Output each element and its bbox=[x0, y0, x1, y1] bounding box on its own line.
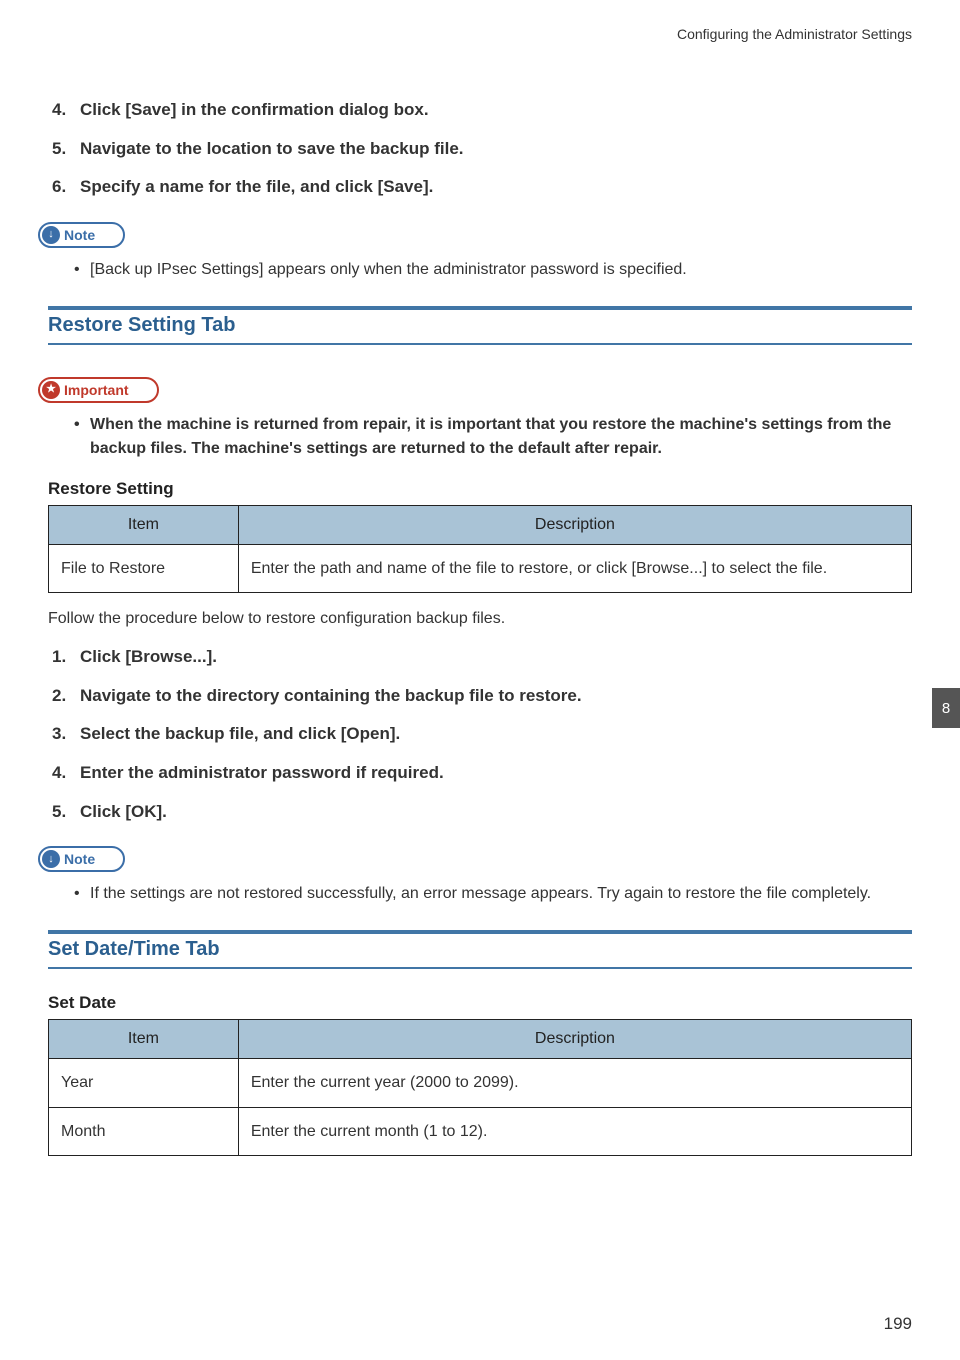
note-bullet-list: [Back up IPsec Settings] appears only wh… bbox=[48, 258, 912, 282]
setdate-table: Item Description Year Enter the current … bbox=[48, 1019, 912, 1155]
step-number: 5. bbox=[52, 137, 66, 162]
step-text: Click [Browse...]. bbox=[80, 647, 217, 666]
step-number: 3. bbox=[52, 722, 66, 747]
arrow-down-icon: ↓ bbox=[42, 850, 60, 868]
section-rule bbox=[48, 930, 912, 934]
step-number: 6. bbox=[52, 175, 66, 200]
table-header-item: Item bbox=[49, 505, 239, 544]
backup-steps-continued: 4. Click [Save] in the confirmation dial… bbox=[48, 98, 912, 200]
step-text: Click [Save] in the confirmation dialog … bbox=[80, 100, 429, 119]
step-number: 4. bbox=[52, 98, 66, 123]
running-head: Configuring the Administrator Settings bbox=[48, 26, 912, 42]
note-callout: ↓ Note bbox=[38, 222, 125, 248]
important-bullet-list: When the machine is returned from repair… bbox=[48, 413, 912, 461]
step-number: 2. bbox=[52, 684, 66, 709]
step-item: 2. Navigate to the directory containing … bbox=[48, 684, 912, 709]
restore-table-caption: Restore Setting bbox=[48, 479, 912, 499]
datetime-section-body: Set Date Item Description Year Enter the… bbox=[48, 993, 912, 1155]
important-bullet-item: When the machine is returned from repair… bbox=[74, 413, 912, 461]
restore-steps: 1. Click [Browse...]. 2. Navigate to the… bbox=[48, 645, 912, 824]
table-cell-desc: Enter the path and name of the file to r… bbox=[238, 544, 911, 592]
note-bullet-item: If the settings are not restored success… bbox=[74, 882, 912, 906]
table-row: Year Enter the current year (2000 to 209… bbox=[49, 1059, 912, 1107]
step-text: Select the backup file, and click [Open]… bbox=[80, 724, 400, 743]
step-text: Navigate to the location to save the bac… bbox=[80, 139, 464, 158]
table-cell-desc: Enter the current month (1 to 12). bbox=[238, 1107, 911, 1155]
restore-lead-in: Follow the procedure below to restore co… bbox=[48, 607, 912, 631]
section-title-datetime: Set Date/Time Tab bbox=[48, 938, 912, 969]
step-item: 6. Specify a name for the file, and clic… bbox=[48, 175, 912, 200]
arrow-down-icon: ↓ bbox=[42, 226, 60, 244]
step-text: Enter the administrator password if requ… bbox=[80, 763, 444, 782]
chapter-tab: 8 bbox=[932, 688, 960, 728]
setdate-caption: Set Date bbox=[48, 993, 912, 1013]
note-bullet-item: [Back up IPsec Settings] appears only wh… bbox=[74, 258, 912, 282]
important-callout-label: Important bbox=[64, 382, 129, 398]
step-number: 4. bbox=[52, 761, 66, 786]
step-item: 4. Click [Save] in the confirmation dial… bbox=[48, 98, 912, 123]
step-text: Specify a name for the file, and click [… bbox=[80, 177, 433, 196]
restore-section-body: ★ Important When the machine is returned… bbox=[48, 369, 912, 906]
step-text: Click [OK]. bbox=[80, 802, 167, 821]
table-cell-item: File to Restore bbox=[49, 544, 239, 592]
section-rule bbox=[48, 306, 912, 310]
step-number: 5. bbox=[52, 800, 66, 825]
step-text: Navigate to the directory containing the… bbox=[80, 686, 582, 705]
step-item: 1. Click [Browse...]. bbox=[48, 645, 912, 670]
table-header-item: Item bbox=[49, 1020, 239, 1059]
page-root: Configuring the Administrator Settings 4… bbox=[0, 0, 960, 1360]
table-row: Month Enter the current month (1 to 12). bbox=[49, 1107, 912, 1155]
table-cell-item: Month bbox=[49, 1107, 239, 1155]
step-number: 1. bbox=[52, 645, 66, 670]
step-item: 3. Select the backup file, and click [Op… bbox=[48, 722, 912, 747]
note-callout-label: Note bbox=[64, 227, 95, 243]
restore-setting-table: Item Description File to Restore Enter t… bbox=[48, 505, 912, 593]
table-row: File to Restore Enter the path and name … bbox=[49, 544, 912, 592]
table-header-desc: Description bbox=[238, 1020, 911, 1059]
section-title-restore: Restore Setting Tab bbox=[48, 314, 912, 345]
table-cell-item: Year bbox=[49, 1059, 239, 1107]
note-callout-label: Note bbox=[64, 851, 95, 867]
step-item: 4. Enter the administrator password if r… bbox=[48, 761, 912, 786]
page-number: 199 bbox=[884, 1314, 912, 1334]
table-cell-desc: Enter the current year (2000 to 2099). bbox=[238, 1059, 911, 1107]
important-callout: ★ Important bbox=[38, 377, 159, 403]
step-item: 5. Click [OK]. bbox=[48, 800, 912, 825]
step-item: 5. Navigate to the location to save the … bbox=[48, 137, 912, 162]
note-callout: ↓ Note bbox=[38, 846, 125, 872]
table-header-desc: Description bbox=[238, 505, 911, 544]
star-icon: ★ bbox=[42, 381, 60, 399]
note-bullet-list: If the settings are not restored success… bbox=[48, 882, 912, 906]
